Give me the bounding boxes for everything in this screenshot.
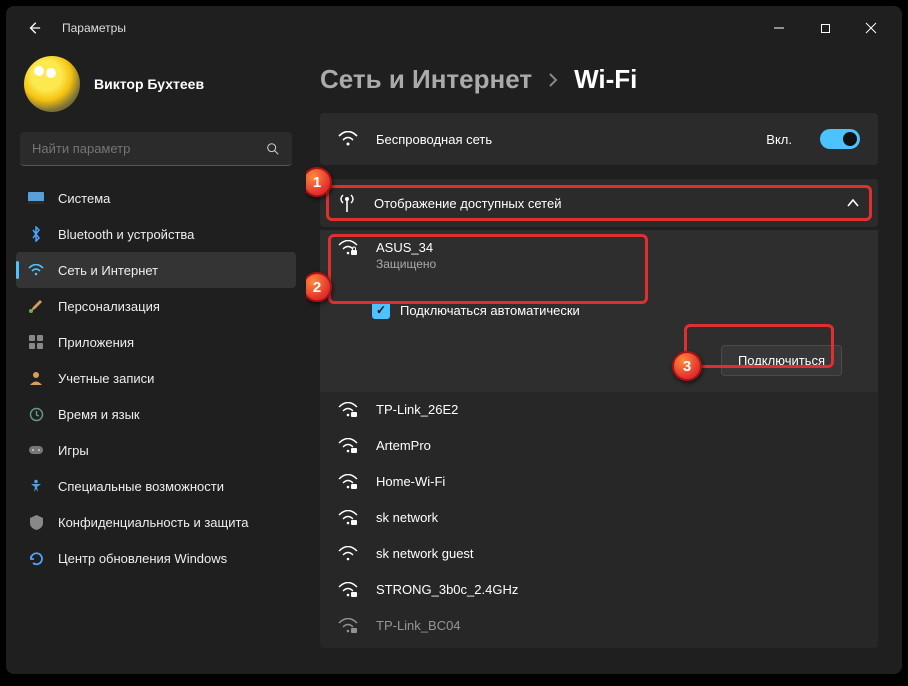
callout-3: 3 [672, 351, 702, 381]
sidebar: Виктор Бухтеев Система Bluetooth и устро… [6, 50, 306, 674]
sidebar-item-time-language[interactable]: Время и язык [16, 396, 296, 432]
sidebar-item-accounts[interactable]: Учетные записи [16, 360, 296, 396]
sidebar-item-windows-update[interactable]: Центр обновления Windows [16, 540, 296, 576]
sidebar-item-apps[interactable]: Приложения [16, 324, 296, 360]
wifi-secure-icon [338, 510, 358, 526]
sidebar-item-label: Центр обновления Windows [58, 551, 227, 566]
network-item[interactable]: TP-Link_BC04 [320, 608, 878, 644]
brush-icon [28, 298, 44, 314]
sidebar-item-network[interactable]: Сеть и Интернет [16, 252, 296, 288]
sidebar-item-label: Специальные возможности [58, 479, 224, 494]
wifi-secure-icon [338, 240, 358, 271]
settings-window: Параметры Виктор Бухтеев Система [6, 6, 902, 674]
network-name: sk network [376, 510, 438, 525]
wireless-title: Беспроводная сеть [376, 132, 748, 147]
search-box[interactable] [20, 132, 292, 166]
clock-globe-icon [28, 406, 44, 422]
sidebar-item-label: Приложения [58, 335, 134, 350]
breadcrumb-parent[interactable]: Сеть и Интернет [320, 64, 532, 95]
antenna-icon [338, 193, 356, 213]
sidebar-item-label: Время и язык [58, 407, 140, 422]
gamepad-icon [28, 442, 44, 458]
network-item-selected[interactable]: 2 ASUS_34 Защищено ✓ Подключаться автома… [320, 230, 878, 392]
sidebar-item-system[interactable]: Система [16, 180, 296, 216]
network-name: ASUS_34 [376, 240, 860, 255]
sidebar-item-personalization[interactable]: Персонализация [16, 288, 296, 324]
network-name: STRONG_3b0c_2.4GHz [376, 582, 518, 597]
avatar [24, 56, 80, 112]
bluetooth-icon [28, 226, 44, 242]
wifi-icon [338, 131, 358, 147]
sidebar-item-bluetooth[interactable]: Bluetooth и устройства [16, 216, 296, 252]
network-item[interactable]: STRONG_3b0c_2.4GHz [320, 572, 878, 608]
sidebar-item-gaming[interactable]: Игры [16, 432, 296, 468]
sidebar-item-label: Сеть и Интернет [58, 263, 158, 278]
person-icon [28, 370, 44, 386]
wifi-open-icon [338, 546, 358, 562]
minimize-button[interactable] [756, 12, 802, 44]
display-icon [28, 190, 44, 206]
wifi-secure-icon [338, 402, 358, 418]
toggle-label: Вкл. [766, 132, 792, 147]
wireless-card[interactable]: Беспроводная сеть Вкл. [320, 113, 878, 165]
network-status: Защищено [376, 257, 860, 271]
sidebar-item-label: Конфиденциальность и защита [58, 515, 249, 530]
networks-list: 2 ASUS_34 Защищено ✓ Подключаться автома… [320, 230, 878, 648]
network-name: TP-Link_26E2 [376, 402, 458, 417]
sidebar-item-privacy[interactable]: Конфиденциальность и защита [16, 504, 296, 540]
window-title: Параметры [62, 21, 126, 35]
search-input[interactable] [32, 141, 266, 156]
auto-connect-checkbox[interactable]: ✓ [372, 301, 390, 319]
apps-icon [28, 334, 44, 350]
sidebar-item-label: Игры [58, 443, 89, 458]
chevron-right-icon [548, 72, 558, 88]
accessibility-icon [28, 478, 44, 494]
sidebar-item-label: Система [58, 191, 110, 206]
breadcrumb: Сеть и Интернет Wi-Fi [320, 50, 878, 113]
network-name: sk network guest [376, 546, 474, 561]
network-name: ArtemPro [376, 438, 431, 453]
network-item[interactable]: Home-Wi-Fi [320, 464, 878, 500]
titlebar-left: Параметры [22, 16, 126, 40]
network-item[interactable]: ArtemPro [320, 428, 878, 464]
back-button[interactable] [22, 16, 46, 40]
breadcrumb-current: Wi-Fi [574, 64, 637, 95]
sidebar-item-label: Bluetooth и устройства [58, 227, 194, 242]
wireless-toggle[interactable] [820, 129, 860, 149]
sidebar-item-accessibility[interactable]: Специальные возможности [16, 468, 296, 504]
profile-block[interactable]: Виктор Бухтеев [16, 50, 296, 126]
wifi-secure-icon [338, 618, 358, 634]
chevron-up-icon [846, 198, 860, 208]
search-icon [266, 142, 280, 156]
shield-icon [28, 514, 44, 530]
sidebar-item-label: Персонализация [58, 299, 160, 314]
wifi-icon [28, 262, 44, 278]
wifi-secure-icon [338, 438, 358, 454]
callout-2: 2 [306, 272, 332, 302]
profile-name: Виктор Бухтеев [94, 76, 204, 92]
available-networks-header[interactable]: Отображение доступных сетей [320, 179, 878, 227]
wifi-secure-icon [338, 474, 358, 490]
window-controls [756, 12, 894, 44]
sidebar-item-label: Учетные записи [58, 371, 154, 386]
connect-button[interactable]: Подключиться [721, 345, 842, 376]
network-item[interactable]: sk network [320, 500, 878, 536]
wifi-secure-icon [338, 582, 358, 598]
main-content: Сеть и Интернет Wi-Fi Беспроводная сеть … [306, 50, 902, 674]
maximize-button[interactable] [802, 12, 848, 44]
auto-connect-label: Подключаться автоматически [400, 303, 580, 318]
network-item[interactable]: TP-Link_26E2 [320, 392, 878, 428]
network-name: TP-Link_BC04 [376, 618, 461, 633]
network-name: Home-Wi-Fi [376, 474, 445, 489]
available-networks-title: Отображение доступных сетей [374, 196, 828, 211]
update-icon [28, 550, 44, 566]
network-item[interactable]: sk network guest [320, 536, 878, 572]
titlebar: Параметры [6, 6, 902, 50]
close-button[interactable] [848, 12, 894, 44]
